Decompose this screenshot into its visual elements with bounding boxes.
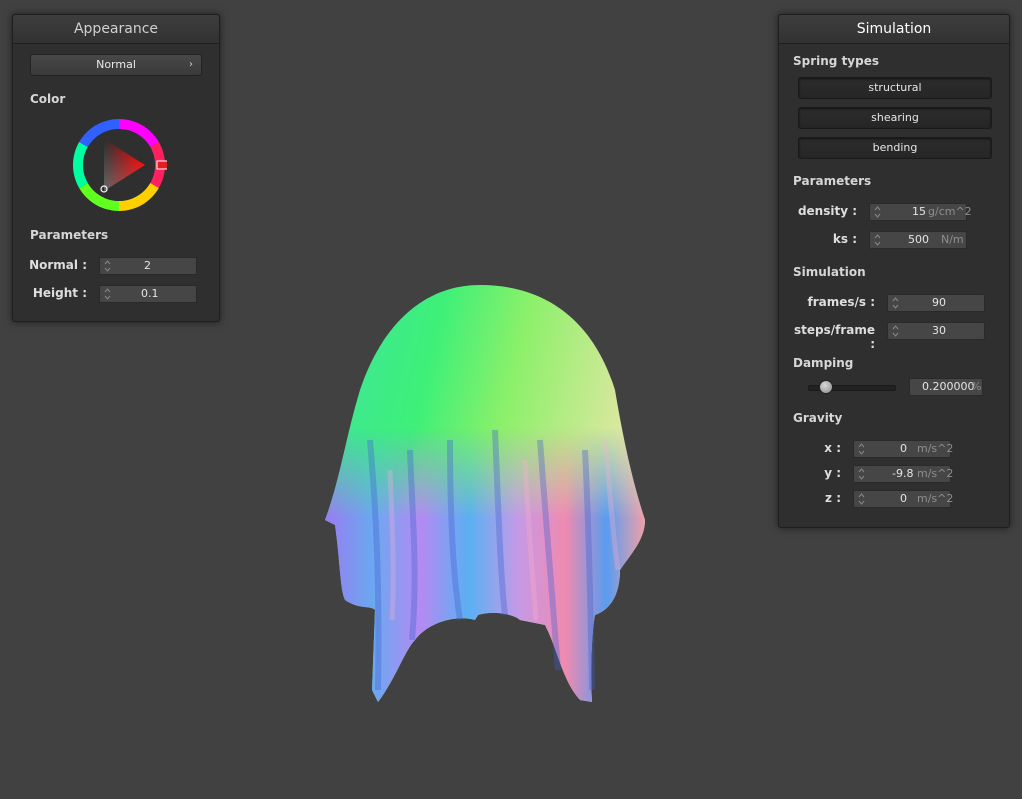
gravity-x-unit: m/s^2 (917, 442, 954, 455)
damping-slider-handle[interactable] (819, 380, 834, 394)
spinner-icon[interactable] (104, 287, 111, 301)
ks-value: 500 (908, 233, 929, 246)
gravity-x-value: 0 (900, 442, 907, 455)
damping-label: Damping (793, 356, 854, 370)
spinner-icon[interactable] (858, 467, 865, 481)
normal-label: Normal : (29, 258, 87, 272)
normal-input[interactable]: 2 (99, 257, 197, 275)
damping-value: 0.200000 (922, 380, 975, 393)
spinner-icon[interactable] (874, 205, 881, 219)
simulation-section-label: Simulation (793, 265, 866, 279)
shearing-toggle[interactable]: shearing (798, 107, 992, 129)
spinner-icon[interactable] (858, 492, 865, 506)
spinner-icon[interactable] (104, 259, 111, 273)
steps-label: steps/frame : (793, 323, 875, 351)
simulation-panel-title[interactable]: Simulation (779, 15, 1009, 44)
color-label: Color (30, 92, 66, 106)
spring-types-label: Spring types (793, 54, 880, 68)
density-value: 15 (912, 205, 926, 218)
gravity-y-unit: m/s^2 (917, 467, 954, 480)
gravity-z-label: z : (825, 491, 841, 505)
appearance-panel-title[interactable]: Appearance (13, 15, 219, 44)
fps-label: frames/s : (807, 295, 875, 309)
cloth-mesh (325, 285, 645, 702)
gravity-y-value: -9.8 (892, 467, 914, 480)
steps-value: 30 (932, 324, 946, 337)
spinner-icon[interactable] (858, 442, 865, 456)
ks-unit: N/m (941, 233, 964, 246)
bending-toggle[interactable]: bending (798, 137, 992, 159)
color-wheel[interactable] (71, 117, 167, 213)
ks-label: ks : (832, 232, 857, 246)
normal-value: 2 (144, 259, 151, 272)
density-unit: g/cm^2 (928, 205, 972, 218)
fps-value: 90 (932, 296, 946, 309)
fps-input[interactable]: 90 (887, 294, 985, 312)
gravity-z-unit: m/s^2 (917, 492, 954, 505)
damping-input[interactable]: 0.200000 % (909, 378, 983, 396)
gravity-z-input[interactable]: 0 m/s^2 (853, 490, 954, 508)
ks-input[interactable]: 500 N/m (869, 231, 967, 249)
gravity-y-input[interactable]: -9.8 m/s^2 (853, 465, 954, 483)
gravity-x-label: x : (824, 441, 841, 455)
appearance-parameters-label: Parameters (30, 228, 109, 242)
height-input[interactable]: 0.1 (99, 285, 197, 303)
spinner-icon[interactable] (892, 324, 899, 338)
gravity-z-value: 0 (900, 492, 907, 505)
spinner-icon[interactable] (874, 233, 881, 247)
gravity-label: Gravity (793, 411, 843, 425)
height-value: 0.1 (141, 287, 159, 300)
simulation-parameters-label: Parameters (793, 174, 872, 188)
structural-toggle[interactable]: structural (798, 77, 992, 99)
damping-unit: % (971, 380, 982, 393)
density-label: density : (797, 204, 857, 218)
spinner-icon[interactable] (892, 296, 899, 310)
steps-input[interactable]: 30 (887, 322, 985, 340)
density-input[interactable]: 15 g/cm^2 (869, 203, 972, 221)
height-label: Height : (32, 286, 87, 300)
shader-select-value: Normal (96, 58, 136, 71)
gravity-y-label: y : (824, 466, 841, 480)
simulation-panel: Simulation Spring types structural shear… (778, 14, 1010, 528)
appearance-panel: Appearance Normal › Color Parameters Nor… (12, 14, 220, 322)
chevron-right-icon: › (189, 59, 193, 70)
gravity-x-input[interactable]: 0 m/s^2 (853, 440, 954, 458)
shader-select[interactable]: Normal › (30, 54, 202, 76)
